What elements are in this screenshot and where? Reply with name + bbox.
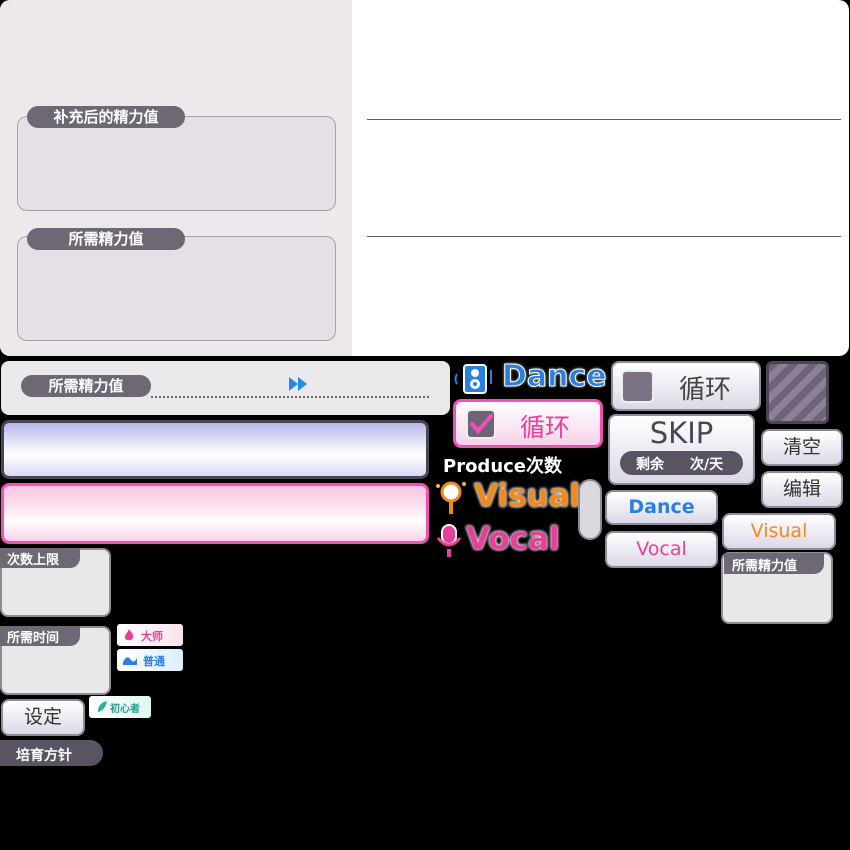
policy-label: 培育方针 <box>16 748 72 764</box>
loop-label-unchecked: 循环 <box>679 375 732 405</box>
difficulty-badge-beginner: 初心者 <box>89 696 151 718</box>
produce-count-label: Produce次数 <box>443 456 563 477</box>
vocal-label-text: Vocal <box>466 521 560 557</box>
visual-label-text: Visual <box>474 478 581 514</box>
dotted-leader-line <box>151 396 429 398</box>
skip-title: SKIP <box>649 416 714 450</box>
clear-button[interactable]: 清空 <box>761 429 843 466</box>
settings-button[interactable]: 设定 <box>1 699 85 736</box>
checkbox-checked[interactable] <box>466 409 496 439</box>
checkbox-unchecked[interactable] <box>621 370 654 403</box>
master-label: 大师 <box>141 630 163 643</box>
microphone-icon <box>436 524 462 557</box>
vocal-type-label: Vocal <box>432 521 568 559</box>
skip-button[interactable]: SKIP 剩余 次/天 <box>608 414 755 485</box>
required-stamina-mini-label: 所需精力值 <box>732 559 798 574</box>
normal-slot-bar[interactable] <box>1 420 429 479</box>
required-stamina-bar: 所需精力值 <box>1 361 450 415</box>
replenished-stamina-label: 补充后的精力值 <box>27 106 185 128</box>
skip-counter-pill: 剩余 次/天 <box>620 451 743 475</box>
beginner-label: 初心者 <box>110 704 140 715</box>
required-stamina-mini-tag: 所需精力值 <box>724 553 824 574</box>
required-stamina-label: 所需精力值 <box>27 228 185 250</box>
scrollbar-thumb[interactable] <box>578 479 602 540</box>
count-limit-tag: 次数上限 <box>0 548 80 568</box>
main-panel: 补充后的精力值 所需精力值 <box>0 0 849 356</box>
policy-tag: 培育方针 <box>0 740 103 766</box>
difficulty-badge-normal: 普通 <box>117 649 183 671</box>
fast-forward-icon[interactable] <box>287 376 311 392</box>
leaf-icon <box>98 701 107 712</box>
checkmark-icon <box>470 414 493 435</box>
speaker-icon <box>454 364 492 394</box>
visual-button[interactable]: Visual <box>722 513 836 550</box>
dance-type-label: Dance <box>454 359 607 395</box>
dance-label-text: Dance <box>502 359 608 395</box>
selected-slot-bar[interactable] <box>1 483 429 544</box>
required-stamina-box <box>17 236 336 341</box>
normal-label: 普通 <box>143 655 165 668</box>
difficulty-badge-master: 大师 <box>117 624 183 646</box>
wave-icon <box>123 657 137 665</box>
loop-toggle-checked[interactable]: 循环 <box>453 399 603 448</box>
flame-icon <box>124 629 134 641</box>
visual-type-label: Visual <box>432 478 581 516</box>
hand-mirror-icon <box>436 481 466 514</box>
edit-button[interactable]: 编辑 <box>761 471 843 508</box>
skip-per-day-label: 次/天 <box>690 457 724 473</box>
count-limit-label: 次数上限 <box>7 553 60 568</box>
skip-remaining-label: 剩余 <box>636 457 664 473</box>
required-time-tag: 所需时间 <box>0 626 80 646</box>
required-time-label: 所需时间 <box>7 631 60 646</box>
striped-placeholder-tile <box>766 361 829 424</box>
divider-line <box>367 119 841 120</box>
divider-line <box>367 236 841 237</box>
loop-toggle-unchecked[interactable]: 循环 <box>611 361 761 411</box>
dance-button[interactable]: Dance <box>605 490 718 525</box>
replenished-stamina-box <box>17 116 336 211</box>
loop-label-checked: 循环 <box>520 413 571 442</box>
vocal-button[interactable]: Vocal <box>605 531 718 568</box>
required-stamina-bar-label: 所需精力值 <box>21 375 151 397</box>
